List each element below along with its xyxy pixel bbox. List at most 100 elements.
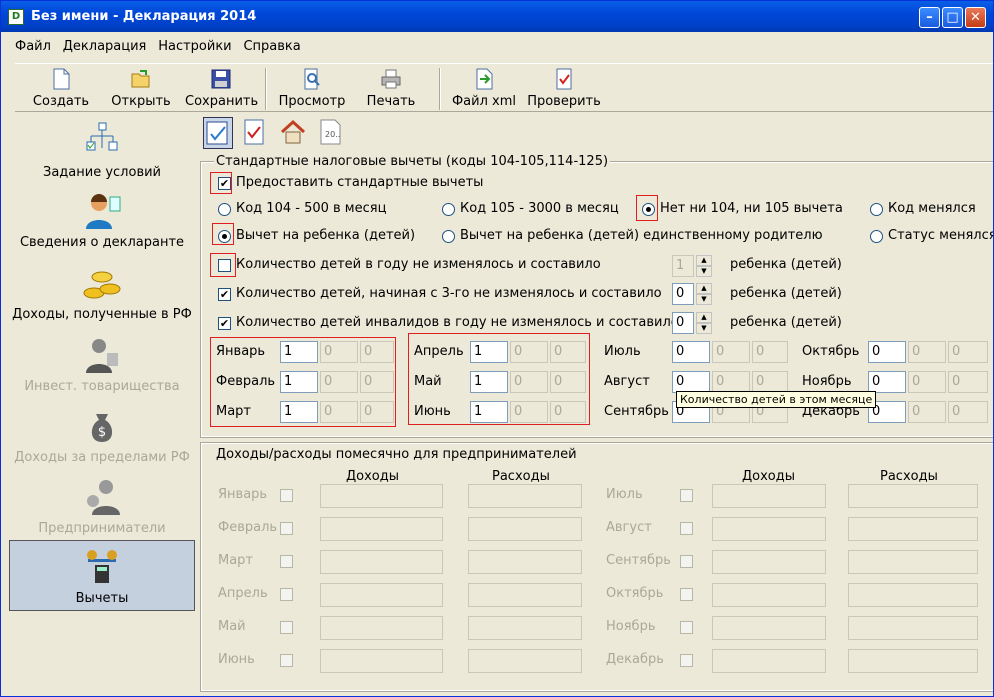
ent-expense-input[interactable] (848, 649, 978, 673)
month-extra-nov-1[interactable]: 0 (908, 371, 946, 393)
ent-expense-input[interactable] (468, 484, 582, 508)
ent-income-input[interactable] (712, 517, 826, 541)
ent-expense-input[interactable] (468, 649, 582, 673)
ent-month-checkbox[interactable] (280, 522, 293, 535)
checklist-view-button[interactable] (241, 117, 271, 149)
menu-help[interactable]: Справка (243, 39, 300, 54)
form-view-button[interactable] (203, 117, 233, 149)
save-label: Сохранить (185, 94, 259, 109)
ent-month-checkbox[interactable] (280, 555, 293, 568)
ent-expense-input[interactable] (468, 517, 582, 541)
children-third-input[interactable]: 0 (672, 283, 694, 305)
month-extra-nov-2[interactable]: 0 (948, 371, 988, 393)
nav-invest[interactable]: Инвест. товарищества (9, 335, 195, 394)
ent-income-input[interactable] (320, 550, 443, 574)
page-20-button[interactable]: 20.. (317, 117, 347, 149)
ent-month-checkbox[interactable] (280, 621, 293, 634)
ent-income-input[interactable] (712, 649, 826, 673)
open-button[interactable]: Открыть (111, 66, 171, 112)
month-input-nov[interactable]: 0 (868, 371, 906, 393)
ent-expense-input[interactable] (468, 550, 582, 574)
close-button[interactable]: ✕ (965, 7, 986, 28)
radio-code-changed[interactable] (870, 203, 883, 216)
minimize-button[interactable]: – (919, 7, 940, 28)
ent-month-checkbox[interactable] (280, 588, 293, 601)
month-extra-aug-1[interactable]: 0 (712, 371, 750, 393)
radio-status-changed[interactable] (870, 230, 883, 243)
month-extra-aug-2[interactable]: 0 (752, 371, 788, 393)
maximize-button[interactable]: □ (942, 7, 963, 28)
ent-income-input[interactable] (320, 583, 443, 607)
children-from-third-checkbox[interactable]: ✔ (218, 288, 231, 301)
ent-expense-input[interactable] (848, 550, 978, 574)
radio-code-105[interactable] (442, 203, 455, 216)
ent-income-input[interactable] (320, 517, 443, 541)
ent-expense-input[interactable] (848, 616, 978, 640)
ent-income-input[interactable] (320, 649, 443, 673)
printer-icon (381, 69, 401, 89)
radio-code-105-label: Код 105 - 3000 в месяц (460, 201, 619, 216)
spin-up-icon: ▲ (696, 312, 712, 323)
children-third-spinner[interactable]: ▲ ▼ (696, 283, 712, 305)
month-extra-jul-1[interactable]: 0 (712, 341, 750, 363)
nav-deductions[interactable]: Вычеты (9, 540, 195, 611)
ent-expense-input[interactable] (848, 583, 978, 607)
nav-declarant[interactable]: Сведения о декларанте (9, 191, 195, 250)
check-button[interactable]: Проверить (527, 66, 601, 112)
menu-settings[interactable]: Настройки (158, 39, 231, 54)
highlight-box (636, 195, 658, 221)
ent-expense-input[interactable] (468, 616, 582, 640)
ent-month-checkbox[interactable] (680, 522, 693, 535)
children-count-spinner[interactable]: ▲ ▼ (696, 255, 712, 277)
disabled-children-checkbox[interactable]: ✔ (218, 317, 231, 330)
ent-expense-input[interactable] (848, 484, 978, 508)
toolbar-separator (439, 68, 441, 110)
ent-income-input[interactable] (712, 550, 826, 574)
print-button[interactable]: Печать (363, 66, 419, 112)
preview-button[interactable]: Просмотр (277, 66, 347, 112)
ent-income-input[interactable] (712, 616, 826, 640)
month-extra-oct-1[interactable]: 0 (908, 341, 946, 363)
nav-income-abroad[interactable]: $ Доходы за пределами РФ (9, 406, 195, 465)
ent-expense-input[interactable] (468, 583, 582, 607)
radio-single-parent[interactable] (442, 230, 455, 243)
home-view-button[interactable] (279, 117, 309, 149)
month-extra-oct-2[interactable]: 0 (948, 341, 988, 363)
check-label: Проверить (527, 94, 601, 109)
month-input-aug[interactable]: 0 (672, 371, 710, 393)
month-extra-dec-1[interactable]: 0 (908, 401, 946, 423)
ent-month-checkbox[interactable] (680, 621, 693, 634)
save-button[interactable]: Сохранить (185, 66, 259, 112)
ent-income-input[interactable] (320, 616, 443, 640)
tree-checklist-icon (86, 122, 118, 151)
menu-file[interactable]: Файл (15, 39, 51, 54)
month-input-jul[interactable]: 0 (672, 341, 710, 363)
nav-conditions[interactable]: Задание условий (9, 121, 195, 180)
disabled-children-spinner[interactable]: ▲ ▼ (696, 312, 712, 334)
month-extra-jul-2[interactable]: 0 (752, 341, 788, 363)
radio-code-104[interactable] (218, 203, 231, 216)
create-button[interactable]: Создать (31, 66, 91, 112)
ent-income-input[interactable] (320, 484, 443, 508)
ent-income-input[interactable] (712, 583, 826, 607)
ent-month-checkbox[interactable] (680, 588, 693, 601)
highlight-box (210, 253, 236, 277)
xml-label: Файл xml (451, 94, 517, 109)
ent-expense-input[interactable] (848, 517, 978, 541)
ent-month-checkbox[interactable] (280, 654, 293, 667)
nav-income-rf[interactable]: Доходы, полученные в РФ (9, 263, 195, 322)
ent-income-input[interactable] (712, 484, 826, 508)
ent-month-checkbox[interactable] (280, 489, 293, 502)
new-document-icon (53, 68, 70, 90)
nav-entrepreneurs[interactable]: Предприниматели (9, 477, 195, 536)
ent-month-checkbox[interactable] (680, 654, 693, 667)
entrepreneur-group: Доходы/расходы помесячно для предпринима… (200, 442, 993, 692)
ent-month-checkbox[interactable] (680, 489, 693, 502)
disabled-children-input[interactable]: 0 (672, 312, 694, 334)
menu-declaration[interactable]: Декларация (63, 39, 147, 54)
ent-month-checkbox[interactable] (680, 555, 693, 568)
month-input-oct[interactable]: 0 (868, 341, 906, 363)
month-extra-dec-2[interactable]: 0 (948, 401, 988, 423)
xml-file-button[interactable]: Файл xml (451, 66, 517, 112)
children-count-input[interactable]: 1 (672, 255, 694, 277)
